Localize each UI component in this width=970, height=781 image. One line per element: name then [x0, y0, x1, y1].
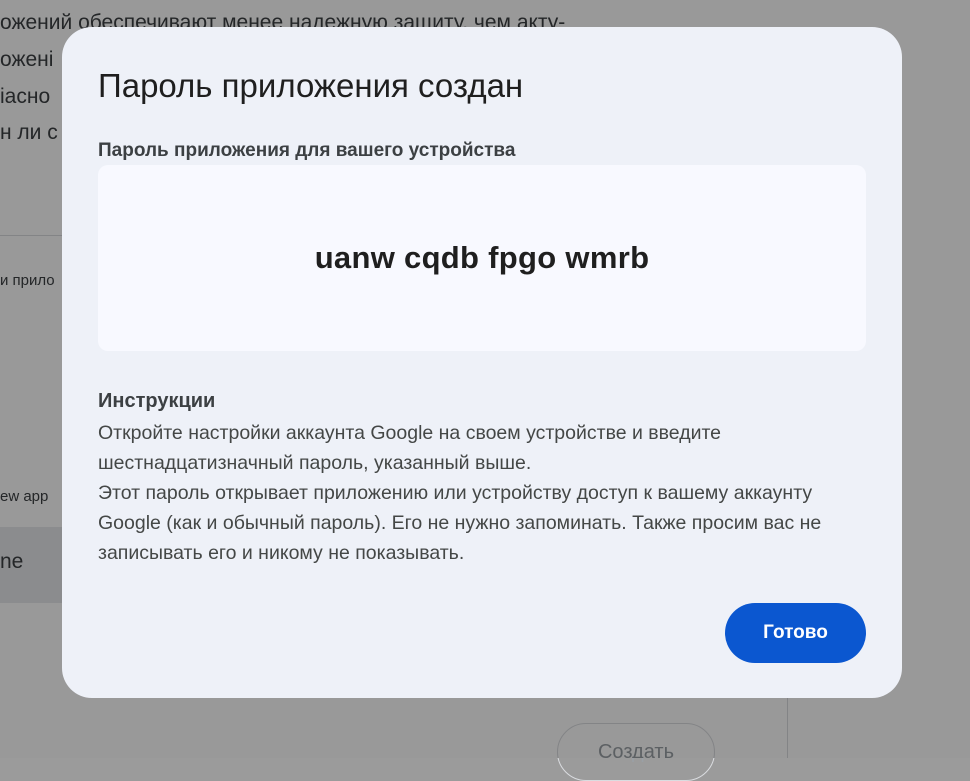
done-button[interactable]: Готово [725, 603, 866, 663]
instructions-heading: Инструкции [98, 390, 216, 412]
instructions-paragraph: Откройте настройки аккаунта Google на св… [98, 422, 722, 474]
app-password-dialog: Пароль приложения создан Пароль приложен… [62, 27, 902, 698]
app-password[interactable]: uanw cqdb fpgo wmrb [315, 240, 650, 276]
password-box: uanw cqdb fpgo wmrb [98, 165, 866, 351]
instructions-body: Откройте настройки аккаунта Google на св… [98, 418, 858, 568]
instructions-paragraph: Этот пароль открывает приложению или уст… [98, 482, 822, 564]
password-subtitle: Пароль приложения для вашего устройства [98, 140, 516, 161]
dialog-title: Пароль приложения создан [98, 67, 524, 104]
